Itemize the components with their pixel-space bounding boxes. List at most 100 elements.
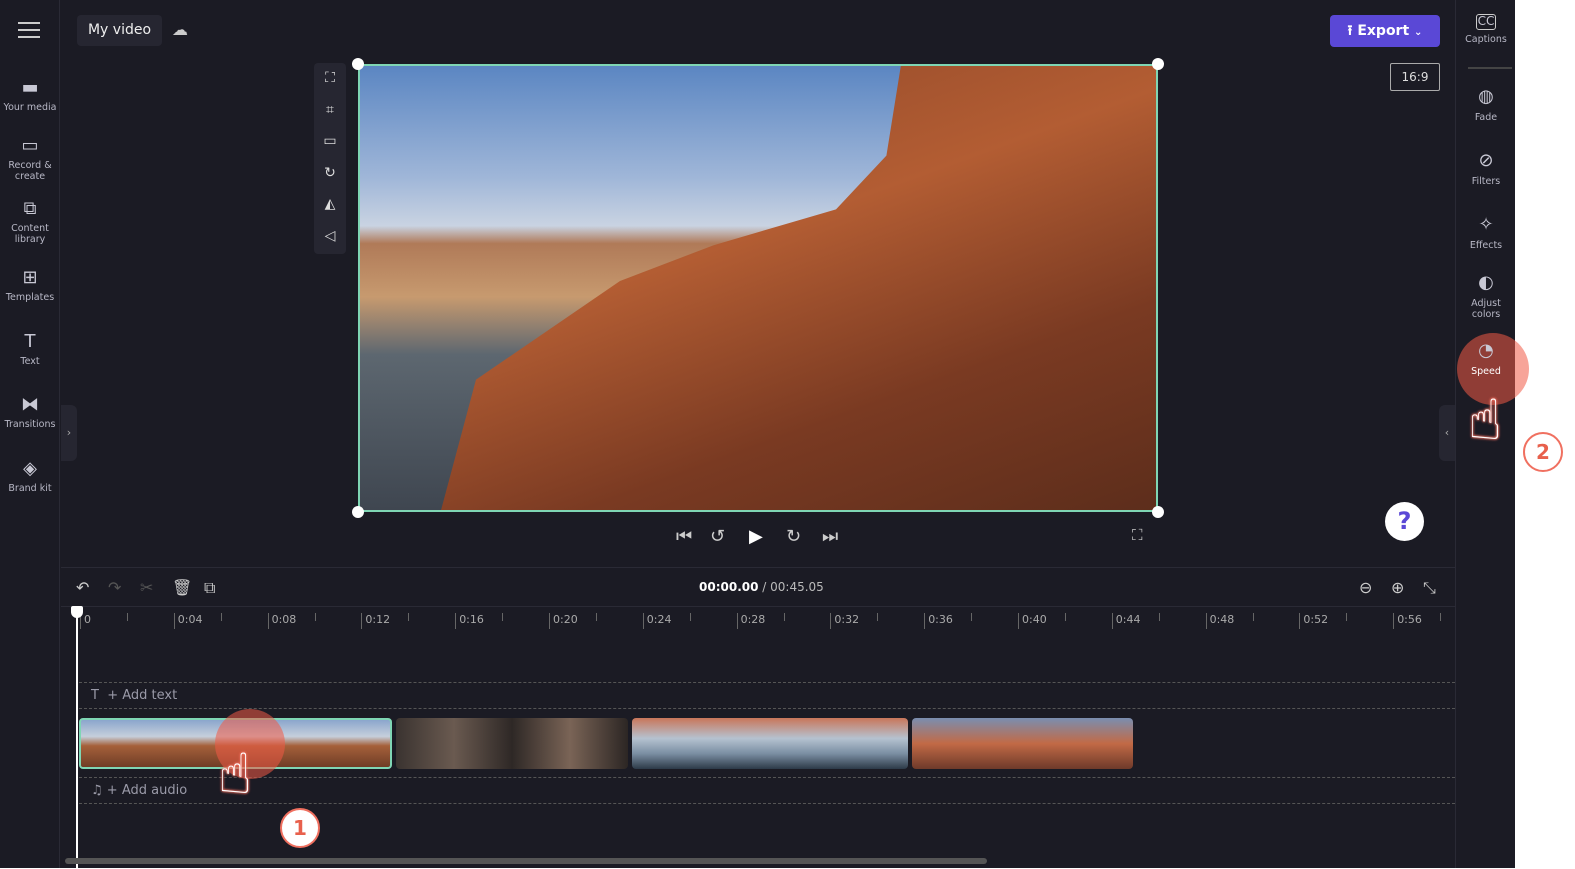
ruler-minor-tick <box>689 613 691 621</box>
music-note-icon: ♫ <box>91 783 107 798</box>
ruler-minor-tick <box>971 613 973 621</box>
export-button[interactable]: ⭱ Export ⌄ <box>1330 15 1440 47</box>
flip-vertical-icon[interactable]: ◁ <box>314 221 346 253</box>
video-preview[interactable] <box>358 64 1158 512</box>
nav-captions[interactable]: CC Captions <box>1456 14 1516 45</box>
crop-icon[interactable]: ⌗ <box>314 95 346 127</box>
zoom-out-icon[interactable]: ⊖ <box>1359 578 1372 597</box>
cloud-saved-icon: ☁ <box>172 20 188 39</box>
upload-icon: ⭱ <box>1347 23 1358 39</box>
playhead[interactable] <box>76 608 78 869</box>
horizontal-scrollbar[interactable] <box>65 858 987 864</box>
preview-toolbar: ⛶ ⌗ ▭ ↻ ◭ ◁ <box>314 63 346 254</box>
ruler-tick-label: 0:28 <box>736 613 765 629</box>
video-clip[interactable] <box>396 718 628 769</box>
contrast-icon: ◐ <box>1478 272 1494 293</box>
nav-effects[interactable]: ✧ Effects <box>1456 214 1516 251</box>
nav-fade[interactable]: ◍ Fade <box>1456 86 1516 123</box>
ruler-tick-label: 0:32 <box>830 613 859 629</box>
divider <box>1468 67 1512 69</box>
fit-timeline-icon[interactable]: ⤡ <box>1423 578 1436 598</box>
ruler-tick-label: 0:48 <box>1205 613 1234 629</box>
right-sidebar: CC Captions ◍ Fade ⊘ Filters ✧ Effects ◐ Adju… <box>1455 0 1515 868</box>
video-clip[interactable] <box>912 718 1133 769</box>
play-icon[interactable]: ▶ <box>749 526 763 547</box>
ruler-tick-label: 0:20 <box>549 613 578 629</box>
project-title[interactable]: My video <box>77 15 162 46</box>
camera-icon: ▭ <box>21 135 39 156</box>
expand-left-panel-button[interactable]: › <box>61 405 77 461</box>
resize-handle[interactable] <box>352 58 364 70</box>
redo-icon[interactable]: ↷ <box>108 578 121 597</box>
rock-formation-image <box>440 66 1156 510</box>
ruler-minor-tick <box>783 613 785 621</box>
resize-handle[interactable] <box>352 506 364 518</box>
pip-icon[interactable]: ▭ <box>314 126 346 158</box>
ruler-minor-tick <box>1252 613 1254 621</box>
nav-your-media[interactable]: ▬ Your media <box>0 77 60 114</box>
speedometer-icon: ◔ <box>1478 340 1494 361</box>
nav-transitions[interactable]: ⧓ Transitions <box>0 394 60 431</box>
fullscreen-icon[interactable]: ⛶ <box>1132 526 1143 544</box>
ruler-minor-tick <box>127 613 128 621</box>
ruler-tick-label: 0:40 <box>1018 613 1047 629</box>
ruler-tick-label: 0:04 <box>173 613 203 629</box>
forward-5-icon[interactable]: ↻ <box>786 526 801 547</box>
ruler-minor-tick <box>596 613 597 621</box>
delete-icon[interactable]: 🗑 <box>172 578 192 597</box>
skip-forward-icon[interactable]: ⏭ <box>822 526 838 547</box>
rotate-icon[interactable]: ↻ <box>314 158 346 190</box>
transitions-icon: ⧓ <box>21 394 39 415</box>
resize-handle[interactable] <box>1152 506 1164 518</box>
nav-filters[interactable]: ⊘ Filters <box>1456 150 1516 187</box>
nav-templates[interactable]: ⊞ Templates <box>0 267 60 304</box>
text-icon: T <box>91 688 108 703</box>
ruler-minor-tick <box>220 613 222 621</box>
ruler-tick-label: 0:52 <box>1299 613 1328 629</box>
templates-icon: ⊞ <box>22 267 38 288</box>
nav-brand-kit[interactable]: ◈ Brand kit <box>0 458 60 495</box>
resize-handle[interactable] <box>1152 58 1164 70</box>
ruler-tick-label: 0:08 <box>267 613 296 629</box>
left-sidebar: ▬ Your media ▭ Record & create ⧉ Content li… <box>0 0 60 868</box>
zoom-in-icon[interactable]: ⊕ <box>1391 578 1404 597</box>
cc-icon: CC <box>1476 14 1496 30</box>
text-track[interactable]: T + Add text <box>79 682 1455 709</box>
nav-content-library[interactable]: ⧉ Content library <box>0 199 60 246</box>
ruler-tick-label: 0:44 <box>1111 613 1141 629</box>
skip-back-icon[interactable]: ⏮ <box>676 526 692 547</box>
brand-kit-icon: ◈ <box>23 458 37 479</box>
step-badge: 2 <box>1523 432 1563 472</box>
help-button[interactable]: ? <box>1385 502 1424 541</box>
fit-icon[interactable]: ⛶ <box>314 63 346 95</box>
collapse-right-panel-button[interactable]: ‹ <box>1439 405 1455 461</box>
duplicate-icon[interactable]: ⧉ <box>204 578 215 598</box>
ruler-tick-label: 0:24 <box>642 613 672 629</box>
ruler-minor-tick <box>502 613 504 621</box>
ruler-minor-tick <box>408 613 410 621</box>
ruler-minor-tick <box>1346 613 1348 621</box>
undo-icon[interactable]: ↶ <box>76 578 89 597</box>
flip-horizontal-icon[interactable]: ◭ <box>314 189 346 221</box>
ruler-minor-tick <box>1440 613 1442 621</box>
ruler-minor-tick <box>1065 613 1066 621</box>
aspect-ratio-button[interactable]: 16:9 <box>1390 63 1440 91</box>
time-ruler[interactable]: 0 0:04 0:08 0:12 0:16 0:20 0:24 0:28 0:32 0:36 0:4… <box>61 606 1455 636</box>
nav-adjust-colors[interactable]: ◐ Adjust colors <box>1456 272 1516 320</box>
text-icon: T <box>24 331 36 352</box>
nav-record-create[interactable]: ▭ Record & create <box>0 135 60 183</box>
split-icon[interactable]: ✂ <box>140 578 153 597</box>
ruler-tick-label: 0:56 <box>1393 613 1422 629</box>
nav-text[interactable]: T Text <box>0 331 60 368</box>
magic-wand-icon: ✧ <box>1478 214 1494 235</box>
step-badge: 1 <box>280 808 320 848</box>
ruler-tick-label: 0:12 <box>361 613 390 629</box>
pointer-hand-icon: ☝ <box>218 742 253 807</box>
rewind-5-icon[interactable]: ↺ <box>710 526 725 547</box>
video-clip[interactable] <box>632 718 908 769</box>
menu-icon[interactable] <box>18 22 40 38</box>
audio-track[interactable]: ♫ + Add audio <box>79 777 1455 804</box>
folder-icon: ▬ <box>21 77 39 98</box>
fade-icon: ◍ <box>1478 86 1494 107</box>
nav-speed[interactable]: ◔ Speed <box>1456 340 1516 377</box>
